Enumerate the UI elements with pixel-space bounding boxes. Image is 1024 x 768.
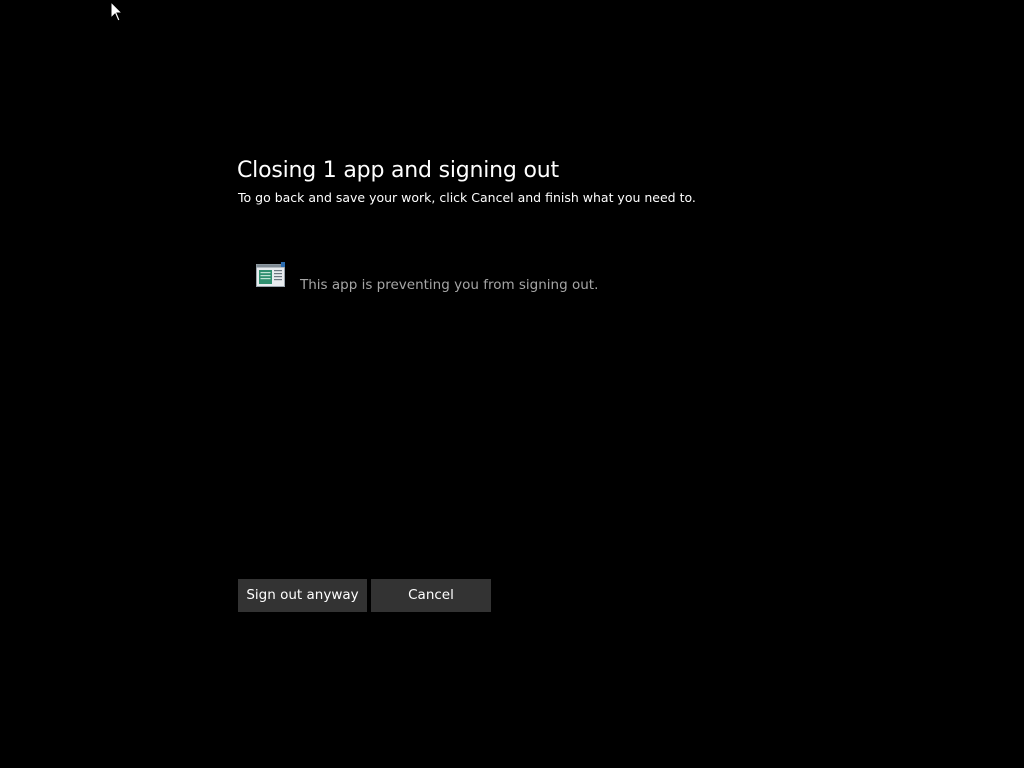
page-subtitle: To go back and save your work, click Can… [238, 190, 696, 205]
mouse-pointer-icon [110, 1, 124, 22]
sign-out-screen: Closing 1 app and signing out To go back… [0, 0, 1024, 768]
sign-out-anyway-button[interactable]: Sign out anyway [238, 579, 367, 612]
cancel-button[interactable]: Cancel [371, 579, 491, 612]
page-title: Closing 1 app and signing out [237, 158, 559, 183]
blocking-app-message: This app is preventing you from signing … [300, 277, 599, 293]
blocking-app-item: This app is preventing you from signing … [256, 262, 756, 302]
app-window-icon [256, 262, 285, 287]
